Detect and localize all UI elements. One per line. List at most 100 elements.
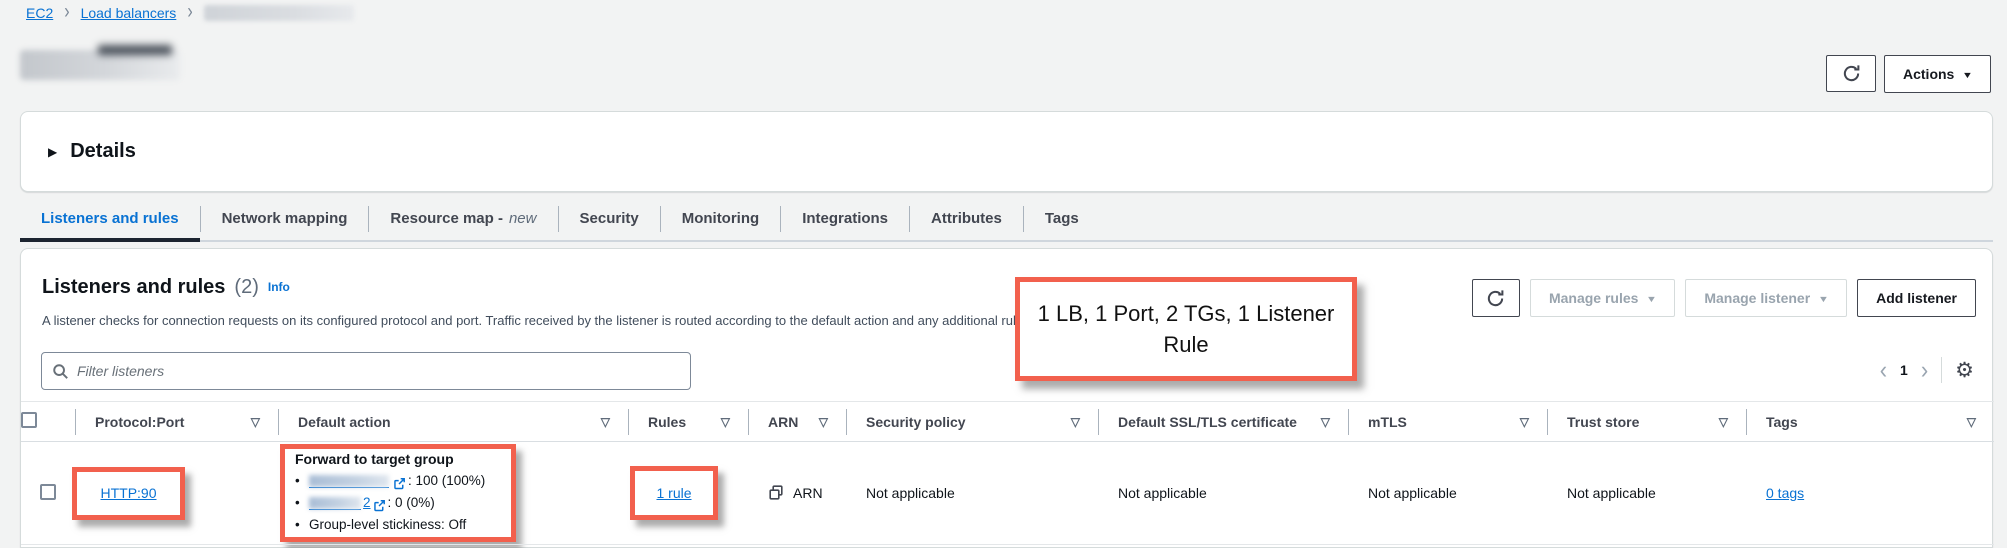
target-group-link-suffix[interactable]: 2 <box>363 492 371 514</box>
annotation-callout-text: 1 LB, 1 Port, 2 TGs, 1 Listener Rule <box>1033 298 1339 360</box>
column-label: Trust store <box>1567 414 1639 430</box>
bullet-icon: • <box>295 492 309 514</box>
tab-monitoring[interactable]: Monitoring <box>661 197 780 240</box>
pagination: ‹ 1 › ⚙ <box>1880 357 1974 383</box>
next-page-icon[interactable]: › <box>1921 357 1928 382</box>
panel-count: (2) <box>234 276 258 299</box>
external-link-icon[interactable] <box>373 499 386 512</box>
sort-icon: ▽ <box>601 415 610 429</box>
listener-link[interactable]: HTTP:90 <box>100 485 156 501</box>
breadcrumb: EC2 › Load balancers › <box>26 5 354 21</box>
refresh-listeners-button[interactable] <box>1472 279 1520 317</box>
actions-button-label: Actions <box>1903 66 1954 82</box>
page-title-redacted <box>20 50 180 80</box>
listeners-panel: Listeners and rules (2) Info A listener … <box>20 248 1993 548</box>
filter-listeners-input[interactable] <box>77 363 680 379</box>
gear-icon[interactable]: ⚙ <box>1955 360 1974 381</box>
security-policy-value: Not applicable <box>866 485 955 501</box>
info-link[interactable]: Info <box>268 280 290 294</box>
bullet-icon: • <box>295 470 309 492</box>
manage-rules-label: Manage rules <box>1549 290 1638 306</box>
column-header-rules[interactable]: Rules▽ <box>628 402 748 442</box>
column-label: Security policy <box>866 414 966 430</box>
tab-bar: Listeners and rules Network mapping Reso… <box>20 197 1993 242</box>
manage-listener-label: Manage listener <box>1704 290 1810 306</box>
column-label: Tags <box>1766 414 1798 430</box>
breadcrumb-chevron-icon: › <box>64 3 69 24</box>
panel-description: A listener checks for connection request… <box>42 313 1033 328</box>
select-all-checkbox[interactable] <box>21 412 37 428</box>
refresh-icon <box>1842 64 1861 83</box>
column-label: Protocol:Port <box>95 414 184 430</box>
caret-down-icon: ▼ <box>1646 294 1657 304</box>
annotation-box-default-action: Forward to target group • : 100 (100%) • <box>280 444 516 542</box>
tab-label: Resource map - <box>390 210 503 227</box>
previous-page-icon[interactable]: ‹ <box>1880 357 1887 382</box>
page-header-actions: Actions ▼ <box>1826 55 1991 93</box>
target-group-line: • : 100 (100%) <box>295 470 503 492</box>
add-listener-button[interactable]: Add listener <box>1857 279 1976 317</box>
column-label: mTLS <box>1368 414 1407 430</box>
rules-link[interactable]: 1 rule <box>656 485 691 501</box>
mtls-value: Not applicable <box>1368 485 1457 501</box>
breadcrumb-link-ec2[interactable]: EC2 <box>26 5 53 21</box>
row-checkbox[interactable] <box>40 484 56 500</box>
panel-title-row: Listeners and rules (2) Info <box>42 276 290 299</box>
stickiness-line: • Group-level stickiness: Off <box>295 514 503 536</box>
arn-label: ARN <box>793 485 823 501</box>
add-listener-label: Add listener <box>1876 290 1957 306</box>
actions-button[interactable]: Actions ▼ <box>1884 55 1991 93</box>
tab-network-mapping[interactable]: Network mapping <box>201 197 369 240</box>
target-group-weight: : 100 (100%) <box>408 470 485 492</box>
arn-cell: ARN <box>768 485 826 501</box>
tags-link[interactable]: 0 tags <box>1766 485 1804 501</box>
tab-listeners-and-rules[interactable]: Listeners and rules <box>20 197 200 240</box>
column-header-protocol-port[interactable]: Protocol:Port▽ <box>75 402 278 442</box>
sort-icon: ▽ <box>721 415 730 429</box>
tab-label: Attributes <box>931 210 1002 227</box>
copy-icon[interactable] <box>768 485 784 501</box>
trust-store-value: Not applicable <box>1567 485 1656 501</box>
stickiness-text: Group-level stickiness: Off <box>309 514 466 536</box>
page-title-redacted-glyphs <box>98 45 172 55</box>
column-header-security-policy[interactable]: Security policy ▽ <box>846 402 1098 442</box>
tab-attributes[interactable]: Attributes <box>910 197 1023 240</box>
column-header-default-action[interactable]: Default action ▽ <box>278 402 628 442</box>
sort-icon: ▽ <box>1071 415 1080 429</box>
column-label: Default action <box>298 414 391 430</box>
column-header-trust-store[interactable]: Trust store▽ <box>1547 402 1746 442</box>
tab-tags[interactable]: Tags <box>1024 197 1100 240</box>
tab-integrations[interactable]: Integrations <box>781 197 909 240</box>
page-number[interactable]: 1 <box>1900 362 1908 378</box>
column-header-ssl-certificate[interactable]: Default SSL/TLS certificate ▽ <box>1098 402 1348 442</box>
tab-resource-map[interactable]: Resource map - new <box>369 197 557 240</box>
column-label: Default SSL/TLS certificate <box>1118 414 1297 430</box>
manage-listener-button[interactable]: Manage listener ▼ <box>1685 279 1847 317</box>
bullet-icon: • <box>295 514 309 536</box>
caret-down-icon: ▼ <box>1962 70 1973 80</box>
tab-new-badge: new <box>509 210 537 227</box>
external-link-icon[interactable] <box>393 477 406 490</box>
target-group-link-redacted[interactable] <box>309 497 361 510</box>
column-header-arn[interactable]: ARN▽ <box>748 402 846 442</box>
manage-rules-button[interactable]: Manage rules ▼ <box>1530 279 1675 317</box>
target-group-link-redacted[interactable] <box>309 475 389 488</box>
tab-security[interactable]: Security <box>559 197 660 240</box>
sort-icon: ▽ <box>1520 415 1529 429</box>
select-all-header <box>21 402 75 442</box>
column-header-mtls[interactable]: mTLS ▽ <box>1348 402 1547 442</box>
breadcrumb-link-load-balancers[interactable]: Load balancers <box>81 5 177 21</box>
column-header-tags[interactable]: Tags ▽ <box>1746 402 1994 442</box>
tab-label: Network mapping <box>222 210 348 227</box>
details-section[interactable]: ▶ Details <box>20 111 1993 192</box>
sort-icon: ▽ <box>1967 415 1976 429</box>
annotation-callout: 1 LB, 1 Port, 2 TGs, 1 Listener Rule <box>1015 277 1357 381</box>
annotation-box-rules: 1 rule <box>630 466 718 520</box>
sort-icon: ▽ <box>1321 415 1330 429</box>
tab-label: Listeners and rules <box>41 210 179 227</box>
sort-icon: ▽ <box>819 415 828 429</box>
refresh-icon <box>1486 289 1505 308</box>
refresh-button[interactable] <box>1826 55 1876 92</box>
breadcrumb-redacted-load-balancer-name <box>204 5 354 21</box>
breadcrumb-chevron-icon: › <box>187 3 192 24</box>
